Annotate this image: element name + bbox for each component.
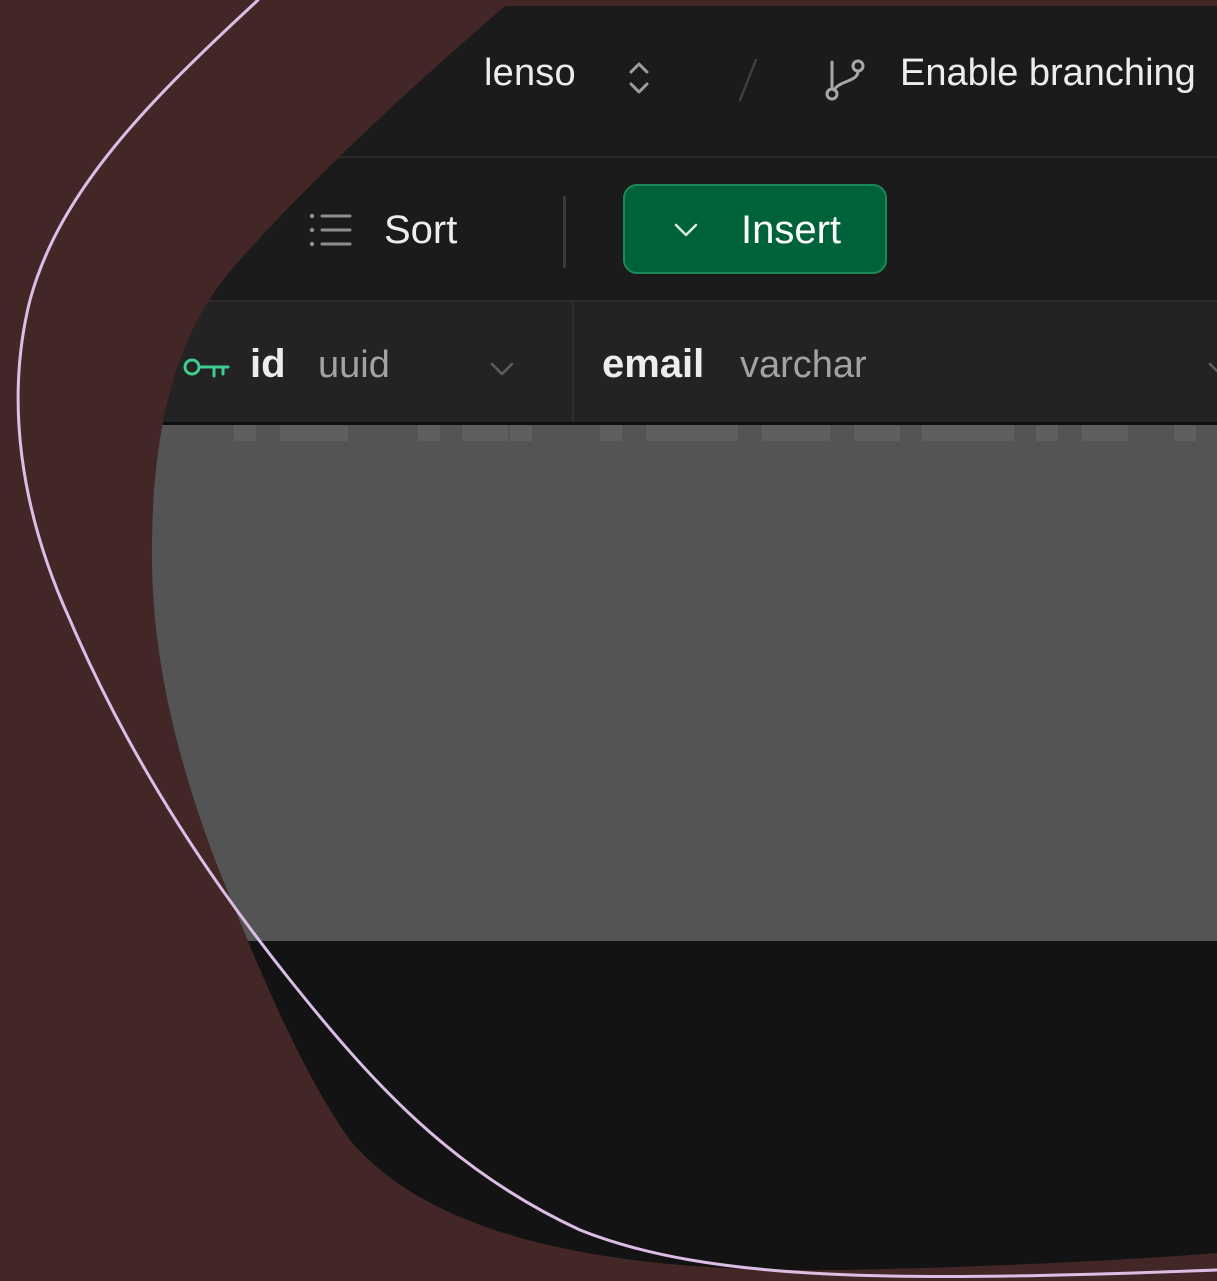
cell-placeholder [418, 425, 440, 441]
table-grid[interactable] [0, 425, 1217, 941]
cell-placeholder [280, 425, 348, 441]
column-header-email[interactable]: email varchar [574, 302, 1217, 422]
insert-button[interactable]: Insert [623, 184, 887, 274]
column-name: email [602, 342, 705, 386]
cell-placeholder [1036, 425, 1058, 441]
stage: lenso Enable branching Sort Insert id uu… [0, 0, 1217, 1281]
chevron-down-icon [671, 218, 701, 242]
sort-button[interactable]: Sort [300, 184, 490, 274]
enable-branching-button[interactable]: Enable branching [900, 52, 1196, 95]
table-header-row: id uuid email varchar [0, 302, 1217, 425]
chevron-down-icon[interactable] [486, 356, 518, 380]
chevrons-up-down-icon[interactable] [622, 56, 656, 100]
cell-placeholder [922, 425, 1014, 441]
cell-placeholder [646, 425, 738, 441]
cell-placeholder [762, 425, 830, 441]
cell-placeholder [462, 425, 508, 441]
column-type: varchar [740, 344, 867, 386]
sort-label: Sort [384, 208, 458, 252]
toolbar: Sort Insert [0, 158, 1217, 302]
top-bar: lenso Enable branching [0, 6, 1217, 158]
project-name[interactable]: lenso [484, 52, 576, 95]
insert-label: Insert [741, 208, 842, 252]
cell-placeholder [1174, 425, 1196, 441]
toolbar-divider [563, 196, 566, 268]
breadcrumb-separator [732, 56, 762, 104]
git-branch-icon [820, 54, 870, 104]
chevron-down-icon[interactable] [1204, 356, 1217, 380]
cell-placeholder [510, 425, 532, 441]
column-type: uuid [318, 344, 390, 386]
cell-placeholder [1082, 425, 1128, 441]
column-header-id[interactable]: id uuid [160, 302, 574, 422]
app-window: lenso Enable branching Sort Insert id uu… [0, 0, 1217, 1281]
cell-placeholder [234, 425, 256, 441]
footer-area [0, 941, 1217, 1281]
column-name: id [250, 342, 286, 386]
cell-placeholder [600, 425, 622, 441]
list-icon [306, 210, 354, 250]
cell-placeholder [854, 425, 900, 441]
key-icon [182, 352, 232, 382]
